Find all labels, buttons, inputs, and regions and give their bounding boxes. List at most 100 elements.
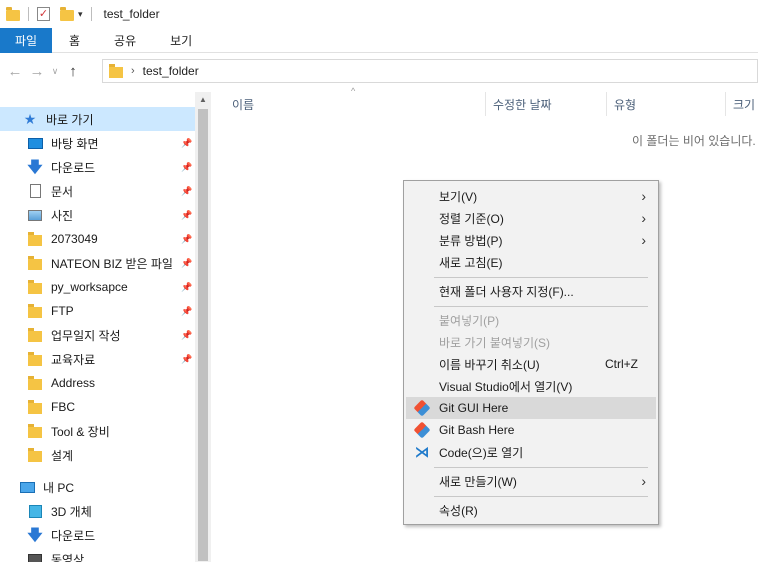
- menu-item-new[interactable]: 새로 만들기(W) ›: [406, 470, 656, 492]
- menu-item-sort[interactable]: 정렬 기준(O) ›: [406, 207, 656, 229]
- sidebar-item-desktop[interactable]: 바탕 화면 📌: [0, 131, 195, 155]
- menu-item-git-gui[interactable]: Git GUI Here: [406, 397, 656, 419]
- forward-arrow-icon[interactable]: →: [26, 63, 48, 80]
- menu-item-customize[interactable]: 현재 폴더 사용자 지정(F)...: [406, 280, 656, 302]
- recent-locations-chevron-icon[interactable]: ∨: [48, 66, 62, 77]
- title-bar: ✓ ▾ test_folder: [0, 0, 758, 28]
- title-separator-2: [90, 7, 92, 21]
- column-header-size[interactable]: 크기: [733, 92, 755, 116]
- folder-icon: [6, 6, 20, 21]
- computer-icon: [19, 480, 35, 494]
- folder-icon: [27, 327, 43, 342]
- new-folder-quick-icon[interactable]: [60, 6, 74, 21]
- sidebar-item-quick-access[interactable]: ★ 바로 가기: [0, 107, 195, 131]
- folder-icon: [27, 255, 43, 270]
- git-icon: [413, 399, 431, 417]
- pin-icon[interactable]: 📌: [181, 306, 192, 317]
- pin-icon[interactable]: 📌: [181, 282, 192, 293]
- pin-icon[interactable]: 📌: [181, 330, 192, 341]
- sidebar-item-documents[interactable]: 문서 📌: [0, 179, 195, 203]
- window-title: test_folder: [103, 7, 160, 21]
- folder-icon: [27, 399, 43, 414]
- document-icon: [27, 184, 43, 198]
- folder-icon: [27, 447, 43, 462]
- properties-quick-icon[interactable]: ✓: [37, 7, 50, 21]
- sidebar-item-pc-downloads[interactable]: 🡇 다운로드: [0, 523, 195, 547]
- sidebar-item-design[interactable]: 설계: [0, 443, 195, 467]
- chevron-right-icon: ›: [641, 210, 646, 226]
- pin-icon[interactable]: 📌: [181, 234, 192, 245]
- menu-item-paste[interactable]: 붙여넣기(P): [406, 309, 656, 331]
- sidebar-item-tools[interactable]: Tool & 장비: [0, 419, 195, 443]
- column-header-name[interactable]: 이름: [232, 92, 254, 116]
- sidebar-item-nateon[interactable]: NATEON BIZ 받은 파일 📌: [0, 251, 195, 275]
- video-icon: [27, 552, 43, 562]
- menu-item-git-bash[interactable]: Git Bash Here: [406, 419, 656, 441]
- chevron-down-icon[interactable]: ▾: [78, 9, 83, 20]
- sidebar-item-2073049[interactable]: 2073049 📌: [0, 227, 195, 251]
- scroll-up-icon[interactable]: ▲: [195, 92, 211, 108]
- 3d-objects-icon: [27, 504, 43, 518]
- sidebar-item-downloads[interactable]: 🡇 다운로드 📌: [0, 155, 195, 179]
- pin-icon[interactable]: 📌: [181, 258, 192, 269]
- sidebar-scrollbar[interactable]: ▲: [195, 92, 211, 562]
- keyboard-shortcut: Ctrl+Z: [605, 357, 638, 371]
- menu-separator: [434, 467, 648, 468]
- sidebar-item-py-workspace[interactable]: py_worksapce 📌: [0, 275, 195, 299]
- menu-item-paste-shortcut[interactable]: 바로 가기 붙여넣기(S): [406, 331, 656, 353]
- back-arrow-icon[interactable]: ←: [4, 63, 26, 80]
- menu-separator: [434, 306, 648, 307]
- context-menu: 보기(V) › 정렬 기준(O) › 분류 방법(P) › 새로 고침(E) 현…: [403, 180, 659, 525]
- menu-item-undo-rename[interactable]: 이름 바꾸기 취소(U) Ctrl+Z: [406, 353, 656, 375]
- sidebar-item-education[interactable]: 교육자료 📌: [0, 347, 195, 371]
- ribbon-tabs: 파일 홈 공유 보기: [0, 28, 758, 53]
- menu-item-open-code[interactable]: ⋊ Code(으)로 열기: [406, 441, 656, 463]
- tab-share[interactable]: 공유: [97, 28, 153, 53]
- navigation-bar: ← → ∨ ↑ › test_folder: [0, 54, 758, 88]
- tab-home[interactable]: 홈: [52, 28, 97, 53]
- title-separator: [28, 7, 29, 21]
- sidebar-item-3d-objects[interactable]: 3D 개체: [0, 499, 195, 523]
- up-arrow-icon[interactable]: ↑: [62, 63, 84, 80]
- tab-file[interactable]: 파일: [0, 28, 52, 53]
- sidebar-item-pictures[interactable]: 사진 📌: [0, 203, 195, 227]
- menu-item-view[interactable]: 보기(V) ›: [406, 185, 656, 207]
- breadcrumb-separator: ›: [131, 65, 135, 77]
- sidebar-item-work-log[interactable]: 업무일지 작성 📌: [0, 323, 195, 347]
- scrollbar-thumb[interactable]: [198, 109, 208, 561]
- pin-icon[interactable]: 📌: [181, 210, 192, 221]
- navigation-pane: ★ 바로 가기 바탕 화면 📌 🡇 다운로드 📌 문서 📌 사진 📌 20730…: [0, 92, 195, 562]
- tab-view[interactable]: 보기: [153, 28, 209, 53]
- menu-item-properties[interactable]: 속성(R): [406, 499, 656, 521]
- column-header-type[interactable]: 유형: [614, 92, 636, 116]
- menu-item-refresh[interactable]: 새로 고침(E): [406, 251, 656, 273]
- menu-separator: [434, 277, 648, 278]
- folder-icon: [27, 303, 43, 318]
- sidebar-item-address[interactable]: Address: [0, 371, 195, 395]
- menu-item-open-visual-studio[interactable]: Visual Studio에서 열기(V): [406, 375, 656, 397]
- sidebar-item-ftp[interactable]: FTP 📌: [0, 299, 195, 323]
- sidebar-item-fbc[interactable]: FBC: [0, 395, 195, 419]
- menu-separator: [434, 496, 648, 497]
- pin-icon[interactable]: 📌: [181, 354, 192, 365]
- sort-indicator-icon: ^: [351, 86, 356, 96]
- column-divider[interactable]: [725, 92, 726, 116]
- empty-folder-message: 이 폴더는 비어 있습니다.: [632, 134, 756, 148]
- folder-icon: [27, 231, 43, 246]
- chevron-right-icon: ›: [641, 188, 646, 204]
- picture-icon: [27, 208, 43, 222]
- chevron-right-icon: ›: [641, 473, 646, 489]
- star-icon: ★: [23, 111, 37, 127]
- column-header-modified[interactable]: 수정한 날짜: [493, 92, 552, 116]
- breadcrumb-current[interactable]: test_folder: [143, 64, 199, 78]
- pin-icon[interactable]: 📌: [181, 162, 192, 173]
- column-divider[interactable]: [485, 92, 486, 116]
- sidebar-item-this-pc[interactable]: 내 PC: [0, 475, 195, 499]
- address-input[interactable]: › test_folder: [102, 59, 758, 83]
- column-divider[interactable]: [606, 92, 607, 116]
- sidebar-item-videos[interactable]: 동영상: [0, 547, 195, 562]
- pin-icon[interactable]: 📌: [181, 138, 192, 149]
- folder-icon: [27, 423, 43, 438]
- pin-icon[interactable]: 📌: [181, 186, 192, 197]
- menu-item-group[interactable]: 분류 방법(P) ›: [406, 229, 656, 251]
